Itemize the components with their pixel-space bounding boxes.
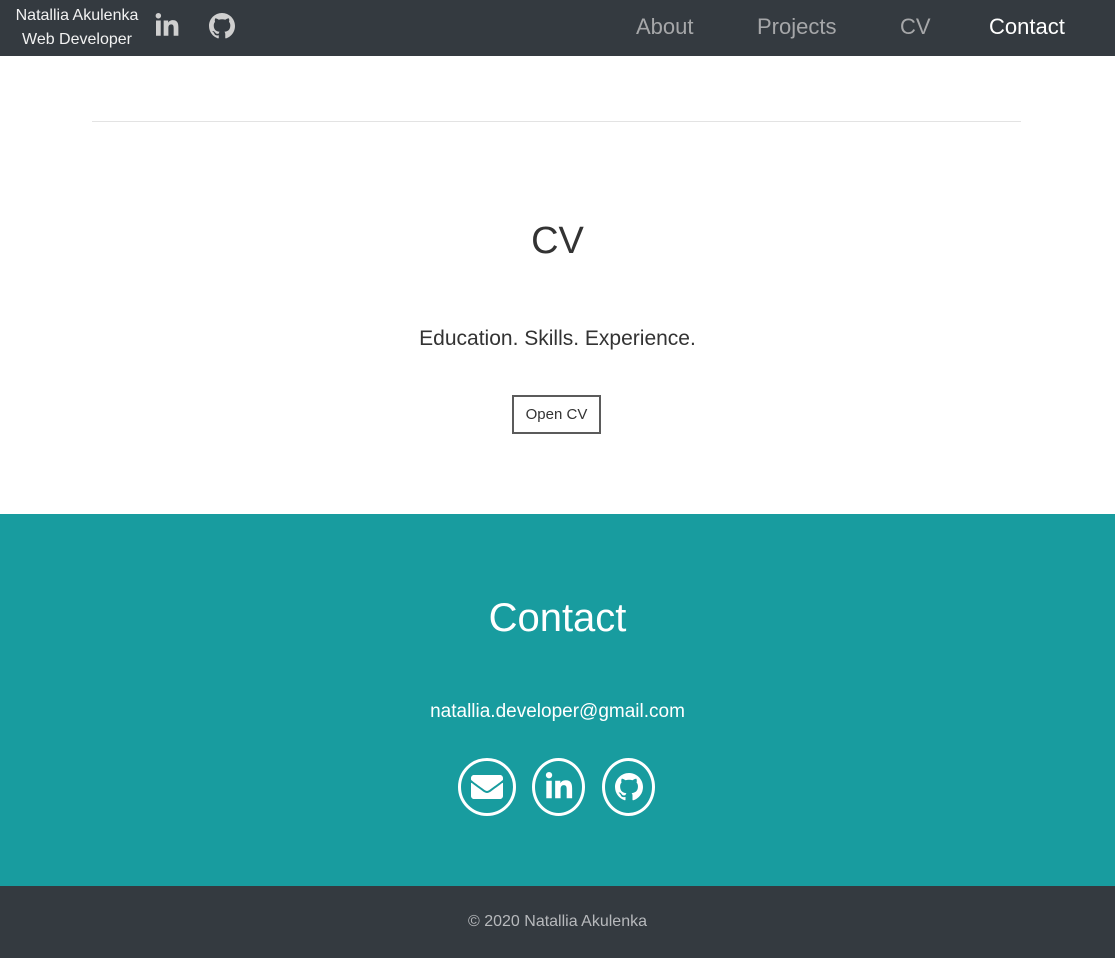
contact-email-button[interactable] [458, 758, 516, 816]
nav-link-about[interactable]: About [636, 13, 694, 41]
github-icon [614, 773, 643, 801]
nav-link-contact[interactable]: Contact [989, 13, 1065, 41]
linkedin-icon [545, 772, 572, 799]
github-icon [209, 13, 235, 39]
cv-title: CV [531, 220, 584, 262]
envelope-icon [471, 775, 503, 799]
contact-linkedin-button[interactable] [532, 758, 585, 816]
brand-role: Web Developer [22, 31, 132, 48]
footer: © 2020 Natallia Akulenka [0, 886, 1115, 958]
open-cv-button[interactable]: Open CV [512, 395, 601, 434]
linkedin-icon [155, 13, 179, 36]
navbar: Natallia Akulenka Web Developer About Pr… [0, 0, 1115, 56]
nav-github-link[interactable] [209, 12, 235, 40]
brand-name: Natallia Akulenka [15, 7, 139, 24]
footer-copyright: © 2020 Natallia Akulenka [467, 913, 647, 930]
nav-link-projects[interactable]: Projects [757, 13, 836, 41]
section-divider [92, 121, 1021, 122]
nav-linkedin-link[interactable] [154, 12, 180, 40]
contact-email-link[interactable]: natallia.developer@gmail.com [0, 700, 1115, 724]
contact-section: Contact natallia.developer@gmail.com [0, 514, 1115, 886]
nav-link-cv[interactable]: CV [900, 13, 931, 41]
brand[interactable]: Natallia Akulenka Web Developer [0, 4, 154, 52]
contact-github-button[interactable] [602, 758, 655, 816]
cv-subtitle: Education. Skills. Experience. [419, 327, 696, 350]
contact-title: Contact [488, 596, 627, 640]
